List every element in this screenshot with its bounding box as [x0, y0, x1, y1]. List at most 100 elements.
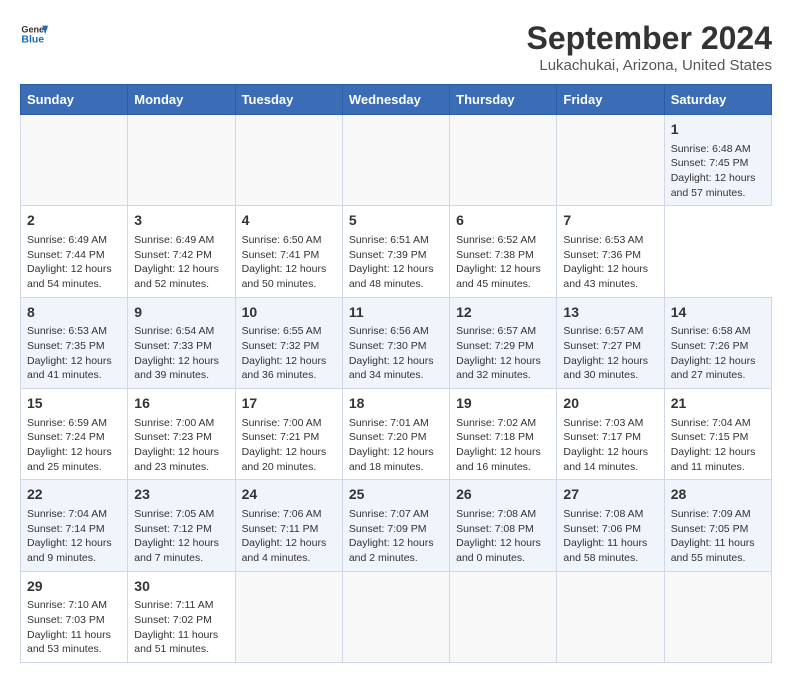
sunrise: Sunrise: 6:59 AM	[27, 417, 107, 429]
daylight: Daylight: 12 hours and 45 minutes.	[456, 263, 541, 290]
calendar-week-2: 8Sunrise: 6:53 AMSunset: 7:35 PMDaylight…	[21, 297, 772, 388]
sunrise: Sunrise: 7:03 AM	[563, 417, 643, 429]
day-number: 3	[134, 211, 228, 231]
sunset: Sunset: 7:45 PM	[671, 157, 749, 169]
sunrise: Sunrise: 7:04 AM	[671, 417, 751, 429]
daylight: Daylight: 12 hours and 39 minutes.	[134, 355, 219, 382]
page-header: General Blue September 2024 Lukachukai, …	[20, 20, 772, 74]
sunrise: Sunrise: 7:01 AM	[349, 417, 429, 429]
calendar-day-3: 3Sunrise: 6:49 AMSunset: 7:42 PMDaylight…	[128, 206, 235, 297]
calendar-day-23: 23Sunrise: 7:05 AMSunset: 7:12 PMDayligh…	[128, 480, 235, 571]
sunrise: Sunrise: 6:51 AM	[349, 234, 429, 246]
sunset: Sunset: 7:02 PM	[134, 614, 212, 626]
day-number: 29	[27, 577, 121, 597]
daylight: Daylight: 12 hours and 52 minutes.	[134, 263, 219, 290]
sunset: Sunset: 7:41 PM	[242, 249, 320, 261]
header-day-friday: Friday	[557, 85, 664, 115]
sunset: Sunset: 7:05 PM	[671, 523, 749, 535]
sunset: Sunset: 7:42 PM	[134, 249, 212, 261]
day-number: 2	[27, 211, 121, 231]
sunset: Sunset: 7:32 PM	[242, 340, 320, 352]
daylight: Daylight: 12 hours and 34 minutes.	[349, 355, 434, 382]
daylight: Daylight: 12 hours and 32 minutes.	[456, 355, 541, 382]
calendar-day-16: 16Sunrise: 7:00 AMSunset: 7:23 PMDayligh…	[128, 389, 235, 480]
daylight: Daylight: 11 hours and 55 minutes.	[671, 537, 755, 564]
sunset: Sunset: 7:06 PM	[563, 523, 641, 535]
sunrise: Sunrise: 7:10 AM	[27, 599, 107, 611]
calendar-day-1: 1Sunrise: 6:48 AMSunset: 7:45 PMDaylight…	[664, 115, 771, 206]
sunset: Sunset: 7:36 PM	[563, 249, 641, 261]
sunset: Sunset: 7:12 PM	[134, 523, 212, 535]
page-title: September 2024	[527, 20, 772, 57]
day-number: 30	[134, 577, 228, 597]
daylight: Daylight: 12 hours and 23 minutes.	[134, 446, 219, 473]
sunrise: Sunrise: 7:07 AM	[349, 508, 429, 520]
day-number: 13	[563, 303, 657, 323]
day-number: 9	[134, 303, 228, 323]
calendar-day-7: 7 Sunrise: 6:53 AM Sunset: 7:36 PM Daylight…	[557, 206, 664, 297]
day-number: 20	[563, 394, 657, 414]
daylight: Daylight: 12 hours and 50 minutes.	[242, 263, 327, 290]
daylight: Daylight: 12 hours and 18 minutes.	[349, 446, 434, 473]
sunrise: Sunrise: 6:56 AM	[349, 325, 429, 337]
sunset: Sunset: 7:39 PM	[349, 249, 427, 261]
day-number: 24	[242, 485, 336, 505]
sunrise: Sunrise: 6:53 AM	[563, 234, 643, 246]
daylight: Daylight: 12 hours and 27 minutes.	[671, 355, 756, 382]
daylight: Daylight: 12 hours and 43 minutes.	[563, 263, 648, 290]
daylight: Daylight: 11 hours and 58 minutes.	[563, 537, 647, 564]
sunset: Sunset: 7:15 PM	[671, 431, 749, 443]
day-number: 7	[563, 211, 657, 231]
svg-text:Blue: Blue	[21, 33, 44, 45]
sunset: Sunset: 7:03 PM	[27, 614, 105, 626]
calendar-day-17: 17Sunrise: 7:00 AMSunset: 7:21 PMDayligh…	[235, 389, 342, 480]
daylight: Daylight: 12 hours and 7 minutes.	[134, 537, 219, 564]
empty-cell	[450, 571, 557, 662]
day-number: 21	[671, 394, 765, 414]
day-number: 18	[349, 394, 443, 414]
daylight: Daylight: 12 hours and 14 minutes.	[563, 446, 648, 473]
sunset: Sunset: 7:23 PM	[134, 431, 212, 443]
daylight: Daylight: 12 hours and 25 minutes.	[27, 446, 112, 473]
calendar-table: SundayMondayTuesdayWednesdayThursdayFrid…	[20, 84, 772, 663]
day-number: 23	[134, 485, 228, 505]
day-number: 27	[563, 485, 657, 505]
daylight: Daylight: 12 hours and 16 minutes.	[456, 446, 541, 473]
sunset: Sunset: 7:09 PM	[349, 523, 427, 535]
day-number: 28	[671, 485, 765, 505]
sunset: Sunset: 7:14 PM	[27, 523, 105, 535]
daylight: Daylight: 11 hours and 51 minutes.	[134, 629, 218, 656]
sunrise: Sunrise: 6:54 AM	[134, 325, 214, 337]
empty-cell	[557, 571, 664, 662]
calendar-day-26: 26Sunrise: 7:08 AMSunset: 7:08 PMDayligh…	[450, 480, 557, 571]
sunset: Sunset: 7:33 PM	[134, 340, 212, 352]
sunrise: Sunrise: 6:50 AM	[242, 234, 322, 246]
calendar-day-28: 28Sunrise: 7:09 AMSunset: 7:05 PMDayligh…	[664, 480, 771, 571]
calendar-day-29: 29Sunrise: 7:10 AMSunset: 7:03 PMDayligh…	[21, 571, 128, 662]
sunset: Sunset: 7:08 PM	[456, 523, 534, 535]
sunset: Sunset: 7:44 PM	[27, 249, 105, 261]
empty-cell	[557, 115, 664, 206]
calendar-day-4: 4Sunrise: 6:50 AMSunset: 7:41 PMDaylight…	[235, 206, 342, 297]
day-number: 12	[456, 303, 550, 323]
calendar-day-21: 21Sunrise: 7:04 AMSunset: 7:15 PMDayligh…	[664, 389, 771, 480]
calendar-day-27: 27Sunrise: 7:08 AMSunset: 7:06 PMDayligh…	[557, 480, 664, 571]
sunrise: Sunrise: 6:57 AM	[456, 325, 536, 337]
sunrise: Sunrise: 7:11 AM	[134, 599, 213, 611]
sunset: Sunset: 7:30 PM	[349, 340, 427, 352]
sunset: Sunset: 7:21 PM	[242, 431, 320, 443]
calendar-day-15: 15Sunrise: 6:59 AMSunset: 7:24 PMDayligh…	[21, 389, 128, 480]
day-number: 10	[242, 303, 336, 323]
daylight: Daylight: 12 hours and 41 minutes.	[27, 355, 112, 382]
calendar-day-9: 9 Sunrise: 6:54 AM Sunset: 7:33 PM Daylight…	[128, 297, 235, 388]
sunrise: Sunrise: 6:48 AM	[671, 143, 751, 155]
header-day-thursday: Thursday	[450, 85, 557, 115]
day-number: 5	[349, 211, 443, 231]
empty-cell	[21, 115, 128, 206]
day-number: 14	[671, 303, 765, 323]
day-number: 22	[27, 485, 121, 505]
empty-cell	[235, 571, 342, 662]
calendar-day-30: 30 Sunrise: 7:11 AM Sunset: 7:02 PM Dayligh…	[128, 571, 235, 662]
day-number: 15	[27, 394, 121, 414]
daylight: Daylight: 12 hours and 36 minutes.	[242, 355, 327, 382]
